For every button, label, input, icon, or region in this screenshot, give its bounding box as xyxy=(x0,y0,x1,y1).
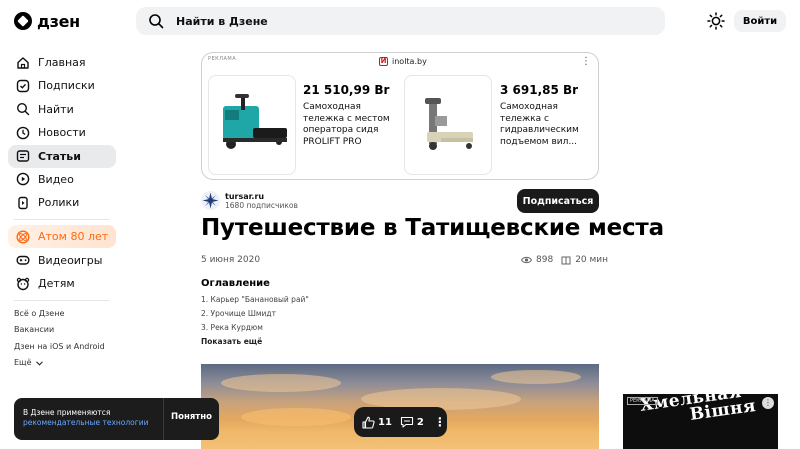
hydraulic-pallet-truck-image xyxy=(425,98,473,150)
sidebar-item-search[interactable]: Найти xyxy=(8,98,116,121)
cookie-divider xyxy=(163,398,164,440)
sidebar-item-home[interactable]: Главная xyxy=(8,51,116,74)
theme-toggle-sun-icon[interactable] xyxy=(707,12,725,30)
video-icon xyxy=(16,173,30,186)
more-options-icon[interactable]: ⋮ xyxy=(762,397,774,409)
search-icon xyxy=(149,14,164,29)
article-title: Путешествие в Татищевские места xyxy=(201,215,664,241)
gamepad-icon xyxy=(16,256,30,265)
ad-source-domain: inolta.by xyxy=(392,57,427,66)
sidebar-item-label: Атом 80 лет xyxy=(38,230,109,244)
sidebar-item-subscriptions[interactable]: Подписки xyxy=(8,74,116,97)
views-eye-icon xyxy=(521,256,532,264)
footer-link-about[interactable]: Всё о Дзене xyxy=(14,306,116,322)
thumbs-up-icon xyxy=(362,416,375,429)
channel-subscribers: 1680 подписчиков xyxy=(225,201,298,210)
sidebar-item-label: Детям xyxy=(38,277,75,291)
sidebar-item-kids[interactable]: Детям xyxy=(8,272,116,295)
footer-link-apps[interactable]: Дзен на iOS и Android xyxy=(14,339,116,355)
toc-item[interactable]: 2. Урочище Шмидт xyxy=(201,309,276,318)
footer-more-label: Ещё xyxy=(14,358,32,368)
reactions-bar: 11 2 ⋮ xyxy=(354,407,447,437)
sidebar-item-label: Найти xyxy=(38,102,74,116)
more-options-icon[interactable]: ⋮ xyxy=(434,415,446,429)
sidebar-footer-links: Всё о Дзене Вакансии Дзен на iOS и Andro… xyxy=(8,306,116,371)
more-options-icon[interactable]: ⋮ xyxy=(581,56,591,67)
views-count: 898 xyxy=(536,255,554,265)
read-time: 20 мин xyxy=(575,255,609,265)
subscriptions-icon xyxy=(16,79,30,93)
comment-icon xyxy=(400,416,413,428)
sidebar-item-label: Подписки xyxy=(38,79,95,93)
article-date: 5 июня 2020 xyxy=(201,255,261,265)
sidebar-item-articles[interactable]: Статьи xyxy=(8,144,116,168)
sidebar-item-news[interactable]: Новости xyxy=(8,121,116,144)
recommendation-tech-link[interactable]: рекомендательные технологии xyxy=(23,418,148,428)
footer-more-toggle[interactable]: Ещё xyxy=(14,355,116,371)
search-bar[interactable] xyxy=(136,7,665,35)
advertiser-logo-icon: И xyxy=(379,57,388,66)
dzen-logo-icon xyxy=(14,12,32,30)
sidebar-divider xyxy=(14,300,110,302)
sidebar-item-label: Статьи xyxy=(38,149,81,163)
ad-product-price[interactable]: 21 510,99 Br xyxy=(303,83,389,97)
like-button[interactable]: 11 xyxy=(362,416,392,429)
sidebar-item-label: Видео xyxy=(38,172,74,186)
sidebar-item-shorts[interactable]: Ролики xyxy=(8,191,116,214)
ad-block[interactable]: РЕКЛАМА И inolta.by ⋮ 21 510,99 Br Самох… xyxy=(201,52,599,180)
sidebar-item-videogames[interactable]: Видеоигры xyxy=(8,249,116,272)
read-time-icon xyxy=(561,256,571,264)
sidebar-item-atom[interactable]: Атом 80 лет xyxy=(8,225,116,249)
ad-source[interactable]: И inolta.by xyxy=(379,57,427,66)
sidebar-divider xyxy=(14,219,110,221)
side-ad-label: РЕКЛАМА xyxy=(627,397,658,405)
sidebar: Главная Подписки Найти Новости Статьи Ви… xyxy=(8,51,116,371)
sidebar-item-label: Главная xyxy=(38,56,86,69)
sidebar-item-label: Видеоигры xyxy=(38,253,103,267)
shorts-icon xyxy=(18,196,28,210)
sidebar-item-label: Ролики xyxy=(38,196,80,210)
ad-product-description[interactable]: Самоходная тележка с местом оператора си… xyxy=(303,102,391,148)
cookie-text: В Дзене применяются рекомендательные тех… xyxy=(23,408,148,428)
channel-avatar[interactable] xyxy=(201,191,220,210)
ad-product-price[interactable]: 3 691,85 Br xyxy=(500,83,578,97)
cookie-message: В Дзене применяются xyxy=(23,408,111,417)
electric-pallet-truck-image xyxy=(223,94,287,149)
atom-icon xyxy=(16,230,30,244)
ad-product-image[interactable] xyxy=(404,75,492,175)
ad-product-image[interactable] xyxy=(208,75,296,175)
sidebar-item-video[interactable]: Видео xyxy=(8,168,116,191)
toc-item[interactable]: 3. Река Курдюм xyxy=(201,323,263,332)
cookie-accept-button[interactable]: Понятно xyxy=(171,412,212,422)
home-icon xyxy=(17,56,29,69)
comments-count: 2 xyxy=(416,416,424,428)
subscribe-button[interactable]: Подписаться xyxy=(517,189,599,213)
comments-button[interactable]: 2 xyxy=(400,416,424,428)
articles-icon xyxy=(16,150,30,162)
likes-count: 11 xyxy=(378,416,392,428)
login-button[interactable]: Войти xyxy=(734,10,786,32)
search-input[interactable] xyxy=(176,14,636,28)
toc-heading: Оглавление xyxy=(201,278,270,289)
kids-icon xyxy=(16,277,30,290)
search-icon xyxy=(16,103,30,116)
side-ad-banner[interactable]: Хмельная Вішня РЕКЛАМА ⋮ xyxy=(623,394,778,449)
article-stats: 898 20 мин xyxy=(521,255,608,265)
channel-name[interactable]: tursar.ru xyxy=(225,192,264,201)
ad-label: РЕКЛАМА xyxy=(208,56,237,62)
news-icon xyxy=(16,126,30,139)
footer-link-jobs[interactable]: Вакансии xyxy=(14,322,116,338)
dzen-logo[interactable]: дзен xyxy=(14,10,80,32)
logo-text: дзен xyxy=(37,11,80,31)
chevron-down-icon xyxy=(35,361,43,366)
cookie-banner: В Дзене применяются рекомендательные тех… xyxy=(14,398,219,440)
ad-product-description[interactable]: Самоходная тележка с гидравлическим подъ… xyxy=(500,102,588,148)
toc-item[interactable]: 1. Карьер "Банановый рай" xyxy=(201,295,309,304)
sidebar-item-label: Новости xyxy=(38,126,86,140)
toc-show-more-link[interactable]: Показать ещё xyxy=(201,337,262,346)
